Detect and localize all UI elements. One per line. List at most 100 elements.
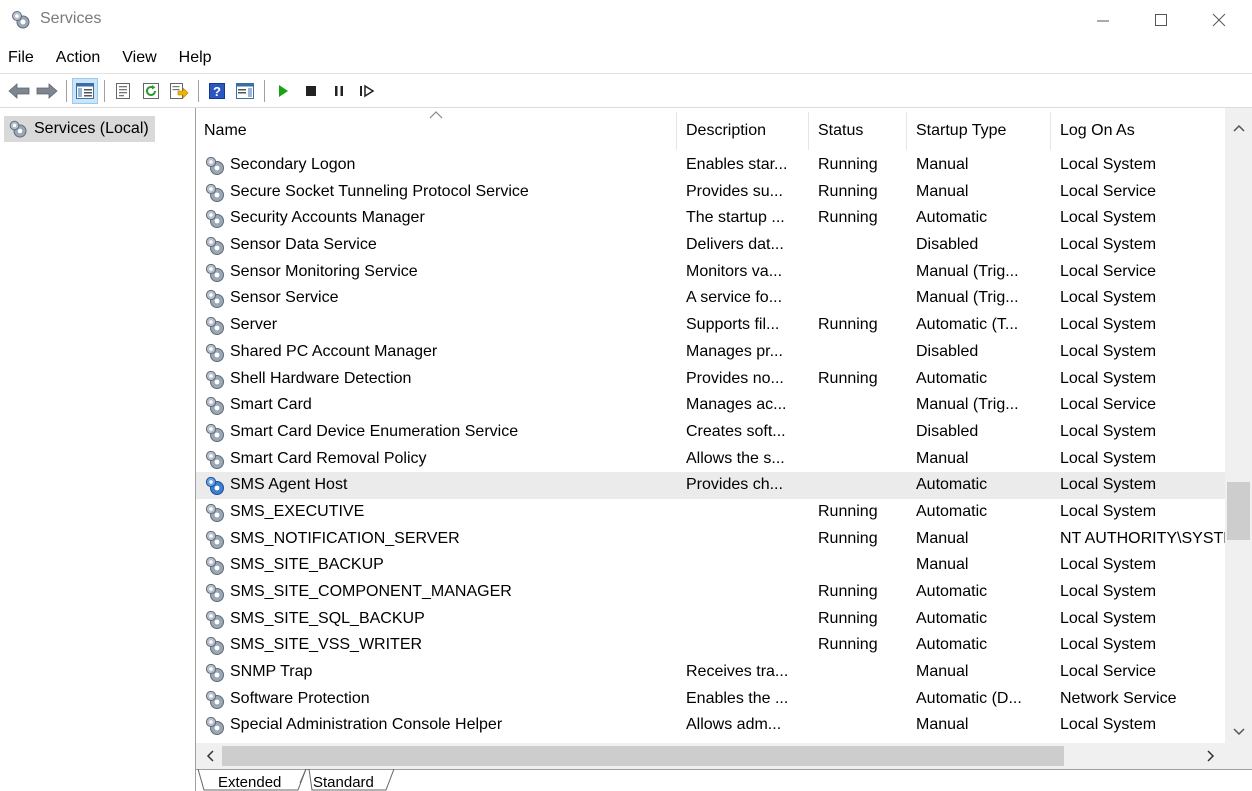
column-separator[interactable]	[906, 112, 907, 150]
start-service-icon	[279, 85, 288, 97]
scroll-right-button[interactable]	[1201, 746, 1221, 766]
services-gear-icon	[9, 120, 27, 138]
resume-service-button[interactable]	[354, 78, 380, 104]
service-log-on-as: NT AUTHORITY\SYSTEM	[1060, 529, 1226, 547]
column-header-status[interactable]: Status	[818, 122, 863, 140]
back-button[interactable]	[6, 78, 32, 104]
horizontal-scroll-thumb[interactable]	[222, 746, 1064, 766]
resume-service-icon	[360, 84, 375, 98]
pause-service-icon	[335, 86, 343, 96]
service-log-on-as: Local Service	[1060, 262, 1157, 280]
table-row[interactable]: Server Supports fil... Running Automatic (T…	[196, 312, 1226, 339]
service-name: SMS Agent Host	[230, 476, 348, 494]
refresh-button[interactable]	[138, 78, 164, 104]
menu-separator	[0, 73, 1252, 74]
table-row[interactable]: SMS_EXECUTIVE Running Automatic Local Syste…	[196, 499, 1226, 526]
table-row[interactable]: Shared PC Account Manager Manages pr... Di…	[196, 339, 1226, 366]
column-separator[interactable]	[1050, 112, 1051, 150]
table-row[interactable]: Software Protection Enables the ... Automa…	[196, 686, 1226, 713]
service-startup-type: Disabled	[916, 342, 979, 360]
table-row[interactable]: SNMP Trap Receives tra... Manual Local Serv…	[196, 659, 1226, 686]
table-row[interactable]: SMS_SITE_SQL_BACKUP Running Automatic Local…	[196, 606, 1226, 633]
service-startup-type: Automatic	[916, 583, 988, 600]
service-startup-type: Automatic	[916, 636, 988, 654]
table-row[interactable]: Sensor Data Service Delivers dat... Disabl…	[196, 232, 1226, 259]
service-log-on-as: Local System	[1060, 156, 1157, 173]
table-row[interactable]: SMS_SITE_COMPONENT_MANAGER Running Automat…	[196, 579, 1226, 606]
service-description: Allows the s...	[686, 449, 785, 467]
service-name: SMS_EXECUTIVE	[230, 502, 365, 520]
service-startup-type: Automatic (D...	[916, 689, 1022, 707]
vertical-scroll-thumb[interactable]	[1227, 482, 1250, 540]
vertical-scrollbar[interactable]	[1225, 108, 1252, 742]
service-log-on-as: Local System	[1060, 583, 1157, 600]
show-hide-action-pane-button[interactable]	[232, 78, 258, 104]
column-header-startup-type[interactable]: Startup Type	[916, 122, 1006, 140]
table-row[interactable]: Secure Socket Tunneling Protocol Service…	[196, 179, 1226, 206]
service-log-on-as: Local System	[1060, 502, 1157, 520]
show-hide-console-tree-icon	[76, 83, 94, 99]
horizontal-scrollbar[interactable]	[196, 743, 1225, 769]
service-log-on-as: Local System	[1060, 636, 1157, 654]
service-startup-type: Manual (Trig...	[916, 289, 1019, 307]
service-status: Running	[818, 369, 878, 387]
table-row[interactable]: SMS_SITE_BACKUP Manual Local System	[196, 552, 1226, 579]
services-rows: Secondary Logon Enables star... Running Man…	[196, 152, 1226, 739]
pause-service-button[interactable]	[326, 78, 352, 104]
maximize-button[interactable]	[1132, 0, 1190, 40]
toolbar: ?	[0, 76, 1252, 106]
scroll-down-button[interactable]	[1225, 722, 1252, 742]
service-gear-icon	[204, 315, 226, 337]
properties-button[interactable]	[110, 78, 136, 104]
column-separator[interactable]	[676, 112, 677, 150]
table-row[interactable]: Shell Hardware Detection Provides no... Ru…	[196, 366, 1226, 393]
tab-extended[interactable]: Extended	[218, 774, 281, 791]
scroll-up-button[interactable]	[1225, 118, 1252, 138]
start-service-button[interactable]	[270, 78, 296, 104]
column-header-name[interactable]: Name	[204, 122, 247, 140]
menu-view[interactable]: View	[111, 44, 167, 72]
service-name: Shell Hardware Detection	[230, 369, 412, 387]
forward-button[interactable]	[34, 78, 60, 104]
title-bar: Services	[0, 0, 1252, 40]
tab-standard[interactable]: Standard	[313, 774, 374, 791]
table-row[interactable]: Sensor Service A service fo... Manual (Tri…	[196, 285, 1226, 312]
column-separator[interactable]	[808, 112, 809, 150]
stop-service-button[interactable]	[298, 78, 324, 104]
table-row[interactable]: Smart Card Manages ac... Manual (Trig... Lo…	[196, 392, 1226, 419]
table-row[interactable]: Special Administration Console Helper All…	[196, 712, 1226, 739]
table-row[interactable]: Smart Card Device Enumeration Service Cre…	[196, 419, 1226, 446]
help-button[interactable]: ?	[204, 78, 230, 104]
service-gear-icon	[204, 395, 226, 417]
table-row[interactable]: Sensor Monitoring Service Monitors va... M…	[196, 259, 1226, 286]
service-status: Running	[818, 529, 878, 547]
service-startup-type: Manual	[916, 663, 969, 681]
table-row[interactable]: SMS_NOTIFICATION_SERVER Running Manual NT A…	[196, 526, 1226, 553]
service-gear-icon	[204, 369, 226, 391]
service-description: Provides no...	[686, 369, 784, 387]
menu-help[interactable]: Help	[168, 44, 223, 72]
tree-node-services-local[interactable]: Services (Local)	[4, 116, 155, 142]
menu-bar: File Action View Help	[0, 44, 1252, 72]
service-gear-icon	[204, 288, 226, 310]
column-header-description[interactable]: Description	[686, 122, 766, 140]
chevron-up-icon	[1232, 124, 1245, 132]
table-row[interactable]: Smart Card Removal Policy Allows the s...…	[196, 446, 1226, 473]
scroll-left-button[interactable]	[200, 746, 220, 766]
service-description: Allows adm...	[686, 716, 782, 734]
table-row[interactable]: SMS Agent Host Provides ch... Automatic Loc…	[196, 472, 1226, 499]
table-row[interactable]: Secondary Logon Enables star... Running Man…	[196, 152, 1226, 179]
service-log-on-as: Local System	[1060, 449, 1157, 467]
show-hide-console-tree-button[interactable]	[72, 78, 98, 104]
minimize-button[interactable]	[1074, 0, 1132, 40]
export-list-button[interactable]	[166, 78, 192, 104]
table-row[interactable]: SMS_SITE_VSS_WRITER Running Automatic Local…	[196, 632, 1226, 659]
menu-file[interactable]: File	[0, 44, 45, 72]
service-log-on-as: Local System	[1060, 289, 1157, 307]
service-description: Creates soft...	[686, 422, 786, 440]
table-row[interactable]: Security Accounts Manager The startup ...…	[196, 205, 1226, 232]
close-button[interactable]	[1190, 0, 1248, 40]
service-gear-icon	[204, 582, 226, 604]
column-header-log-on-as[interactable]: Log On As	[1060, 122, 1135, 140]
menu-action[interactable]: Action	[45, 44, 111, 72]
